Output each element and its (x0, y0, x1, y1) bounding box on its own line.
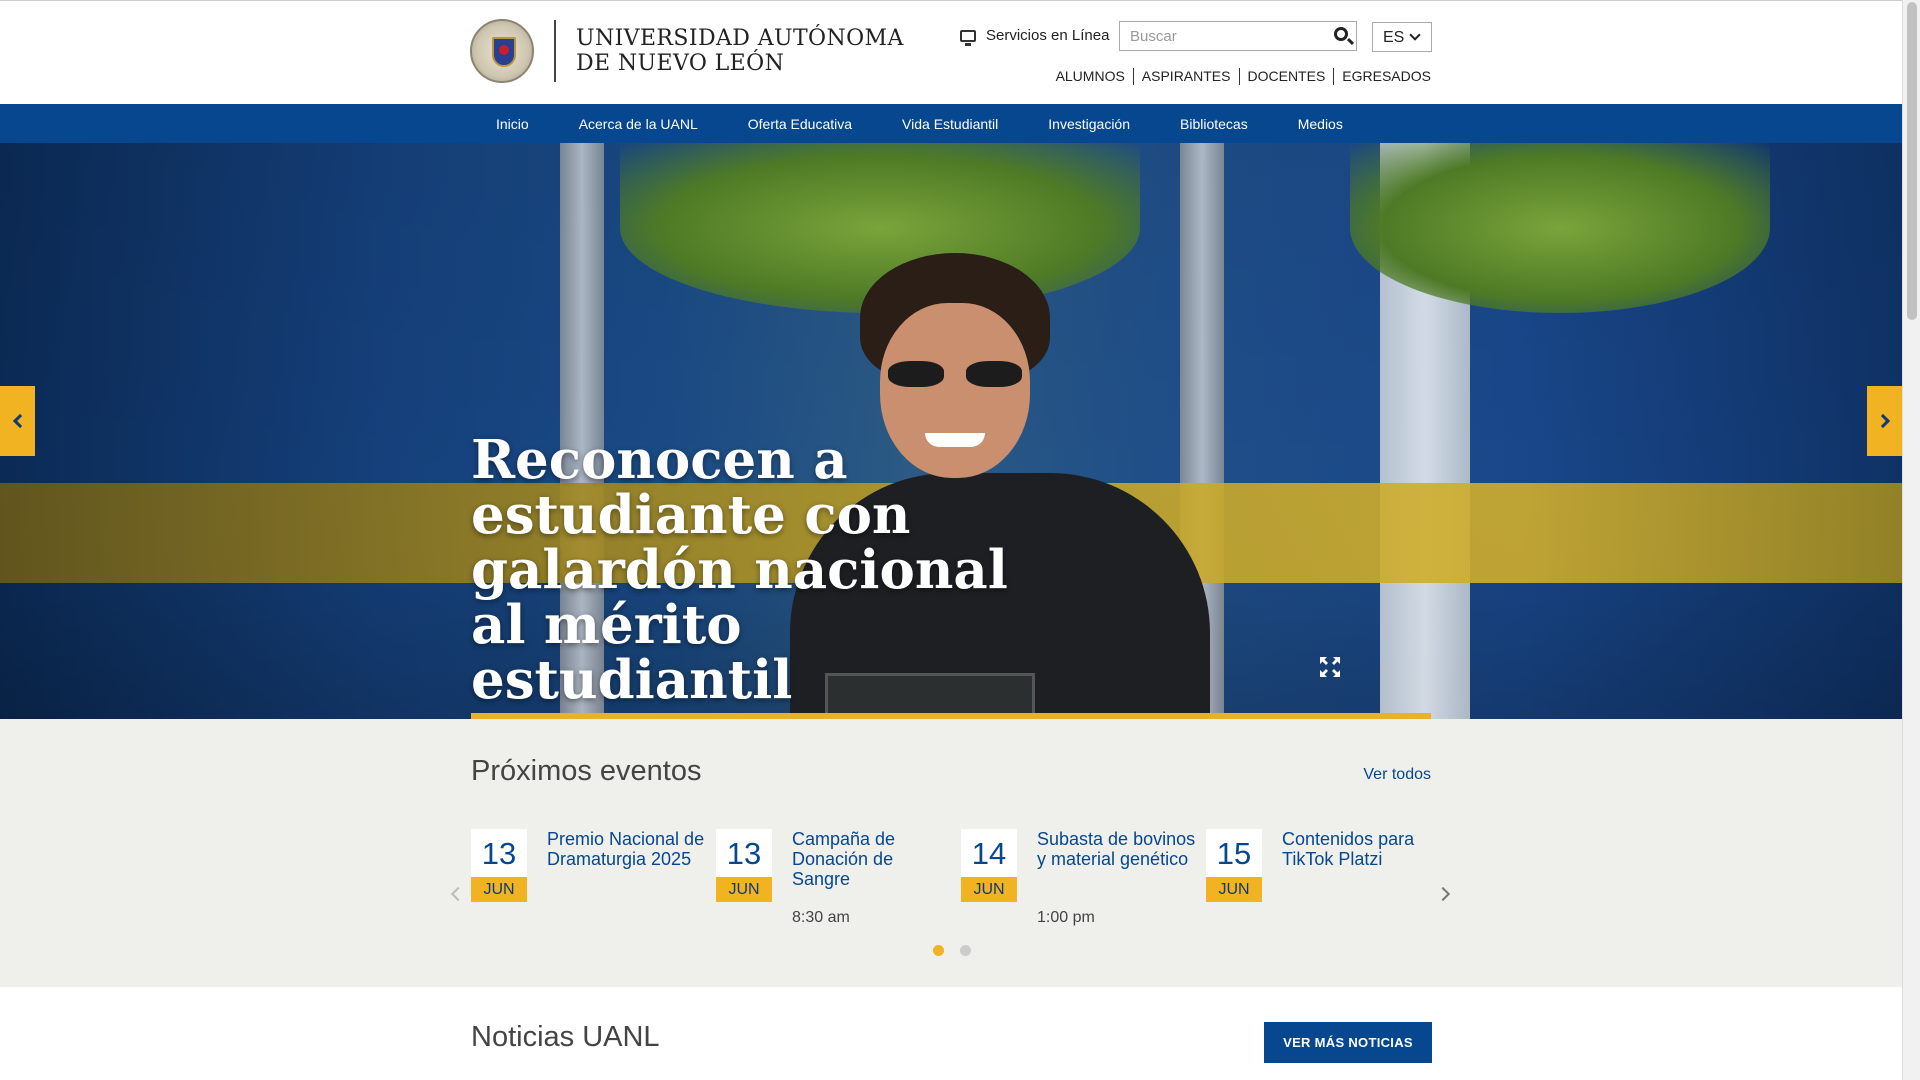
nav-item-bibliotecas[interactable]: Bibliotecas (1155, 116, 1273, 132)
services-online-link[interactable]: Servicios en Línea (960, 27, 1110, 46)
event-month: JUN (716, 877, 772, 902)
event-time: 1:00 pm (1037, 909, 1095, 926)
news-section: Noticias UANL VER MÁS NOTICIAS (0, 987, 1902, 1080)
event-date: 15 JUN (1206, 829, 1262, 902)
page-scrollbar[interactable] (1902, 0, 1920, 1080)
services-label: Servicios en Línea (986, 27, 1110, 44)
audience-link-aspirantes[interactable]: ASPIRANTES (1142, 68, 1231, 85)
audience-link-docentes[interactable]: DOCENTES (1248, 68, 1326, 85)
nav-item-investigacion[interactable]: Investigación (1023, 116, 1155, 132)
main-nav: Inicio Acerca de la UANL Oferta Educativ… (0, 104, 1902, 143)
divider (1333, 68, 1335, 85)
upcoming-events: Próximos eventos Ver todos 13 JUN Premio… (0, 719, 1902, 987)
hero-headline[interactable]: Reconocen a estudiante con galardón naci… (471, 433, 1031, 708)
carousel-pagination (933, 945, 987, 956)
event-day: 14 (961, 829, 1017, 877)
event-month: JUN (961, 877, 1017, 902)
search-box (1119, 21, 1357, 51)
more-news-button[interactable]: VER MÁS NOTICIAS (1264, 1022, 1432, 1063)
event-month: JUN (471, 877, 527, 902)
event-date: 14 JUN (961, 829, 1017, 902)
university-seal-icon (470, 19, 534, 83)
hero-slider: Reconocen a estudiante con galardón naci… (0, 143, 1902, 719)
chevron-left-icon[interactable] (450, 886, 466, 902)
nav-item-acerca[interactable]: Acerca de la UANL (554, 116, 723, 132)
hero-next-button[interactable] (1867, 386, 1902, 456)
search-input[interactable] (1120, 22, 1320, 50)
event-title[interactable]: Premio Nacional de Dramaturgia 2025 (547, 829, 707, 869)
divider (1132, 68, 1134, 85)
event-title[interactable]: Contenidos para TikTok Platzi (1282, 829, 1442, 869)
expand-icon[interactable] (1318, 655, 1342, 679)
audience-link-alumnos[interactable]: ALUMNOS (1056, 68, 1125, 85)
monitor-icon (960, 29, 976, 46)
event-card[interactable]: 14 JUN Subasta de bovinos y material gen… (961, 829, 1201, 929)
scrollbar-thumb[interactable] (1907, 2, 1917, 320)
university-name-line1: UNIVERSIDAD AUTÓNOMA (576, 26, 904, 51)
event-date: 13 JUN (716, 829, 772, 902)
nav-item-vida-estudiantil[interactable]: Vida Estudiantil (877, 116, 1023, 132)
audience-links: ALUMNOS ASPIRANTES DOCENTES EGRESADOS (1056, 68, 1431, 85)
nav-item-oferta-educativa[interactable]: Oferta Educativa (723, 116, 877, 132)
language-value: ES (1383, 29, 1405, 46)
chevron-down-icon (1409, 29, 1421, 41)
event-card[interactable]: 15 JUN Contenidos para TikTok Platzi (1206, 829, 1446, 929)
divider (1238, 68, 1240, 85)
event-day: 15 (1206, 829, 1262, 877)
event-card[interactable]: 13 JUN Premio Nacional de Dramaturgia 20… (471, 829, 711, 929)
event-date: 13 JUN (471, 829, 527, 902)
university-name: UNIVERSIDAD AUTÓNOMA DE NUEVO LEÓN (576, 26, 904, 76)
view-all-events-link[interactable]: Ver todos (1363, 766, 1431, 784)
event-day: 13 (716, 829, 772, 877)
audience-link-egresados[interactable]: EGRESADOS (1342, 68, 1431, 85)
event-title[interactable]: Campaña de Donación de Sangre (792, 829, 952, 889)
logo-divider (554, 20, 556, 82)
event-day: 13 (471, 829, 527, 877)
site-header: UNIVERSIDAD AUTÓNOMA DE NUEVO LEÓN Servi… (0, 0, 1902, 104)
chevron-left-icon (12, 413, 27, 429)
hero-prev-button[interactable] (0, 386, 35, 456)
event-time: 8:30 am (792, 909, 850, 926)
news-heading: Noticias UANL (471, 1021, 660, 1053)
nav-item-inicio[interactable]: Inicio (471, 116, 554, 132)
language-selector[interactable]: ES (1372, 22, 1432, 52)
university-logo[interactable]: UNIVERSIDAD AUTÓNOMA DE NUEVO LEÓN (470, 19, 904, 83)
nav-item-medios[interactable]: Medios (1273, 116, 1368, 132)
background-decor (1350, 143, 1770, 313)
pagination-dot[interactable] (960, 945, 971, 956)
events-heading: Próximos eventos (471, 755, 702, 787)
event-card[interactable]: 13 JUN Campaña de Donación de Sangre 8:3… (716, 829, 956, 929)
search-icon[interactable] (1334, 27, 1348, 41)
university-name-line2: DE NUEVO LEÓN (576, 51, 785, 76)
chevron-right-icon (1875, 413, 1890, 429)
event-title[interactable]: Subasta de bovinos y material genético (1037, 829, 1197, 869)
pagination-dot-active[interactable] (933, 945, 944, 956)
event-month: JUN (1206, 877, 1262, 902)
